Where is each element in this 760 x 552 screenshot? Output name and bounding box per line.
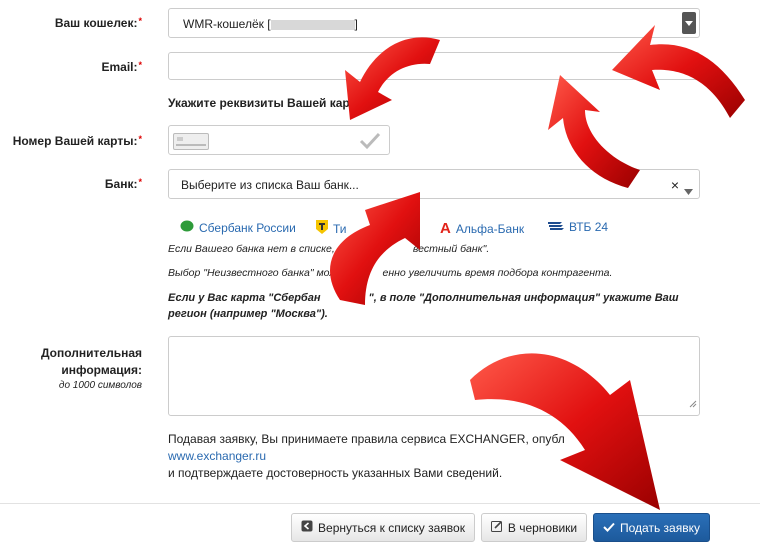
chevron-down-icon[interactable] (684, 182, 693, 200)
bank-label-text: Банк: (104, 177, 138, 191)
note-sberbank-region: Если у Вас карта "Сбербан ", в поле "Допо… (168, 292, 679, 320)
card-number-label: Номер Вашей карты:* (12, 134, 142, 148)
card-number-field[interactable] (168, 125, 390, 155)
checkmark-icon (359, 132, 381, 155)
alfa-bank-icon: A (440, 220, 451, 237)
bank-link-label: Ти (333, 221, 347, 236)
bank-link-label: ВТБ 24 (569, 220, 609, 234)
extra-info-label-line2: информация: (61, 363, 142, 377)
wallet-select-value: WMR-кошелёк [] (183, 17, 358, 31)
email-label-text: Email: (101, 60, 138, 74)
check-icon (603, 521, 615, 535)
back-to-list-button[interactable]: Вернуться к списку заявок (291, 513, 475, 542)
submit-request-button[interactable]: Подать заявку (593, 513, 710, 542)
tinkoff-icon (316, 220, 328, 237)
rules-link[interactable]: www.exchanger.ru (168, 449, 266, 463)
bank-link-alfa[interactable]: A Альфа-Банк (440, 220, 524, 237)
bank-link-sberbank[interactable]: Сбербанк России (180, 220, 296, 235)
draft-button-label: В черновики (507, 520, 578, 535)
agreement-confirm-text: и подтверждаете достоверность указанных … (168, 466, 503, 480)
extra-info-hint: до 1000 символов (58, 380, 142, 391)
wallet-label: Ваш кошелек:* (54, 16, 142, 30)
card-section-title: Укажите реквизиты Вашей карты (168, 96, 366, 110)
caret-down-icon[interactable] (682, 12, 696, 34)
extra-info-label: Дополнительная информация: (10, 345, 142, 379)
clear-icon[interactable]: × (671, 177, 679, 193)
arrow-left-icon (301, 520, 313, 535)
card-icon (173, 133, 209, 150)
wallet-select[interactable]: WMR-кошелёк [] (168, 8, 700, 38)
note-unknown-bank: Если Вашего банка нет в списке, вы вестны… (168, 243, 490, 255)
bank-link-tinkoff[interactable]: Ти (316, 220, 347, 237)
edit-icon (490, 520, 503, 535)
vtb-icon (548, 220, 564, 234)
back-button-label: Вернуться к списку заявок (318, 520, 465, 535)
resize-handle-icon[interactable] (689, 395, 697, 413)
sberbank-icon (180, 220, 194, 235)
email-label: Email:* (101, 60, 142, 74)
submit-button-label: Подать заявку (620, 520, 700, 535)
bank-select[interactable]: Выберите из списка Ваш банк... × (168, 169, 700, 199)
extra-info-label-line1: Дополнительная (40, 346, 142, 360)
wallet-label-text: Ваш кошелек: (54, 16, 138, 30)
bank-link-label: Сбербанк России (199, 220, 296, 235)
email-field[interactable] (168, 52, 700, 80)
card-number-label-text: Номер Вашей карты: (12, 134, 138, 148)
bank-select-placeholder: Выберите из списка Ваш банк... (181, 178, 359, 192)
agreement-text: Подавая заявку, Вы принимаете правила се… (168, 432, 565, 446)
note-unknown-bank-time: Выбор "Неизвестного банка" мож енно увели… (168, 267, 613, 279)
footer-divider (0, 503, 760, 504)
blurred-wallet-id (270, 19, 355, 30)
bank-link-vtb[interactable]: ВТБ 24 (548, 220, 608, 234)
bank-link-label: Альфа-Банк (455, 221, 525, 236)
bank-label: Банк:* (104, 177, 142, 191)
extra-info-textarea[interactable] (168, 336, 700, 416)
save-draft-button[interactable]: В черновики (481, 513, 587, 542)
